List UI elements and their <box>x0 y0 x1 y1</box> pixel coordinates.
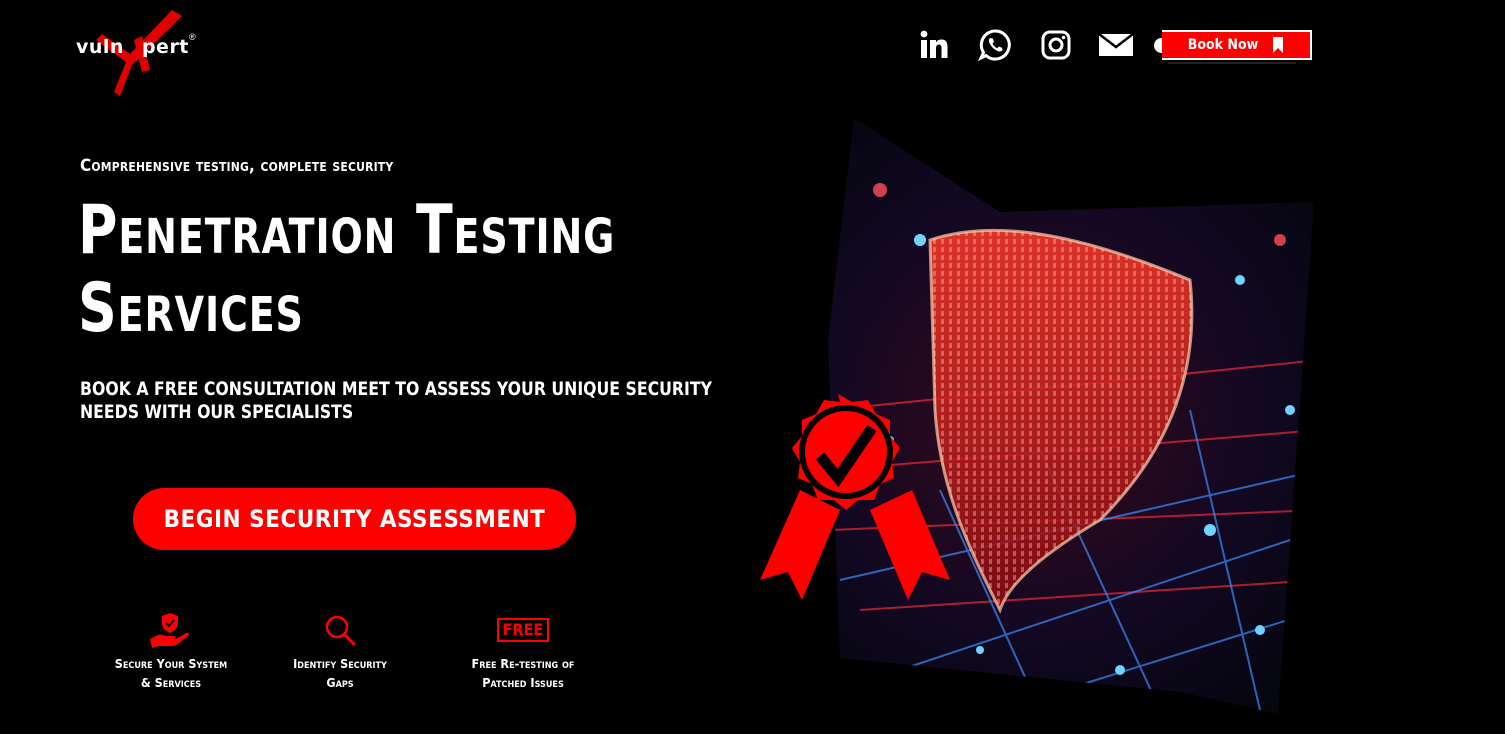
search-icon <box>270 612 410 648</box>
begin-assessment-button[interactable]: BEGIN SECURITY ASSESSMENT <box>133 488 576 550</box>
logo-text: vuln pert <box>76 36 189 58</box>
bookmark-icon <box>1273 37 1284 53</box>
feature-label-line1: Secure Your System <box>114 656 228 671</box>
free-badge: FREE <box>496 618 550 642</box>
book-now-label: Book Now <box>1187 37 1259 53</box>
feature-label-line1: Identify Security <box>293 656 387 671</box>
feature-secure: Secure Your System & Services <box>100 612 242 692</box>
feature-label-line2: & Services <box>140 675 202 690</box>
title-line-2: Services <box>78 269 304 348</box>
shield-hand-icon <box>100 612 242 648</box>
brand-logo[interactable]: vuln pert ® <box>76 10 206 98</box>
feature-free-retest: FREE Free Re-testing of Patched Issues <box>452 612 594 692</box>
hero-shield-image <box>760 118 1314 714</box>
hero-eyebrow: Comprehensive testing, complete security <box>80 156 394 176</box>
feature-label-line1: Free Re-testing of <box>471 656 575 671</box>
feature-label-line2: Gaps <box>326 675 354 690</box>
feature-identify: Identify Security Gaps <box>270 612 410 692</box>
hero-subtext: Book a free consultation meet to assess … <box>80 378 712 423</box>
divider <box>1168 62 1296 64</box>
cta-label: BEGIN SECURITY ASSESSMENT <box>163 505 546 533</box>
instagram-icon[interactable] <box>1038 27 1074 63</box>
whatsapp-icon[interactable] <box>977 27 1013 63</box>
title-line-1: Penetration Testing <box>78 191 616 270</box>
linkedin-icon[interactable] <box>916 27 952 63</box>
page-title: Penetration Testing Services <box>78 192 694 348</box>
registered-mark: ® <box>189 32 196 42</box>
mail-icon[interactable] <box>1096 27 1136 63</box>
feature-label-line2: Patched Issues <box>482 675 564 690</box>
book-now-widget[interactable]: Book Now <box>1150 30 1312 64</box>
book-now-button[interactable]: Book Now <box>1162 30 1312 60</box>
free-badge-wrapper: FREE <box>452 612 594 648</box>
